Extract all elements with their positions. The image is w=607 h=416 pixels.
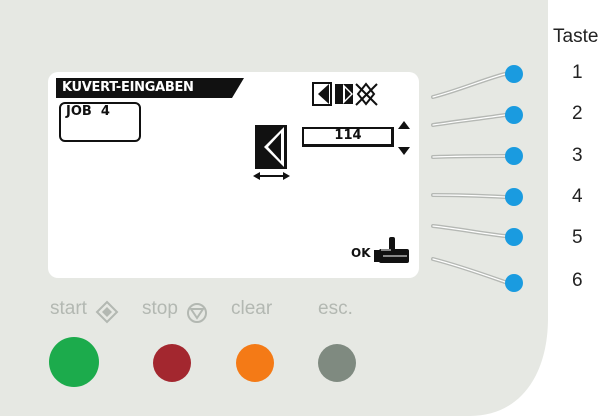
- envelope-crossed-icon: [355, 82, 378, 106]
- softkey-2[interactable]: [505, 106, 523, 124]
- stop-circle-icon: [187, 303, 207, 323]
- esc-button[interactable]: [318, 344, 356, 382]
- softkey-6[interactable]: [505, 274, 523, 292]
- esc-label: esc.: [318, 298, 353, 319]
- envelope-flap-right-icon: [335, 84, 353, 104]
- clear-label: clear: [231, 298, 273, 319]
- arrow-down-icon[interactable]: [398, 147, 410, 155]
- start-diamond-icon: [95, 300, 119, 324]
- key-number-6: 6: [572, 270, 583, 291]
- hand-ok-icon[interactable]: [374, 237, 409, 263]
- key-number-4: 4: [572, 186, 583, 207]
- ok-label: OK: [351, 246, 371, 260]
- clear-button[interactable]: [236, 344, 274, 382]
- key-number-1: 1: [572, 62, 583, 83]
- softkey-5[interactable]: [505, 228, 523, 246]
- stop-button[interactable]: [153, 344, 191, 382]
- arrow-up-icon[interactable]: [398, 121, 410, 129]
- softkey-4[interactable]: [505, 188, 523, 206]
- start-label: start: [50, 298, 87, 319]
- key-number-3: 3: [572, 145, 583, 166]
- envelope-width-value: 114: [334, 128, 362, 143]
- envelope-flap-icon: [312, 82, 332, 106]
- key-number-2: 2: [572, 103, 583, 124]
- job-label: JOB 4: [66, 104, 110, 119]
- key-number-5: 5: [572, 227, 583, 248]
- key-legend-title: Taste: [553, 26, 599, 47]
- softkey-1[interactable]: [505, 65, 523, 83]
- softkey-3[interactable]: [505, 147, 523, 165]
- envelope-width-icon: [253, 125, 290, 180]
- screen-title: KUVERT-EINGABEN: [62, 80, 194, 95]
- start-button[interactable]: [49, 337, 99, 387]
- stop-label: stop: [142, 298, 178, 319]
